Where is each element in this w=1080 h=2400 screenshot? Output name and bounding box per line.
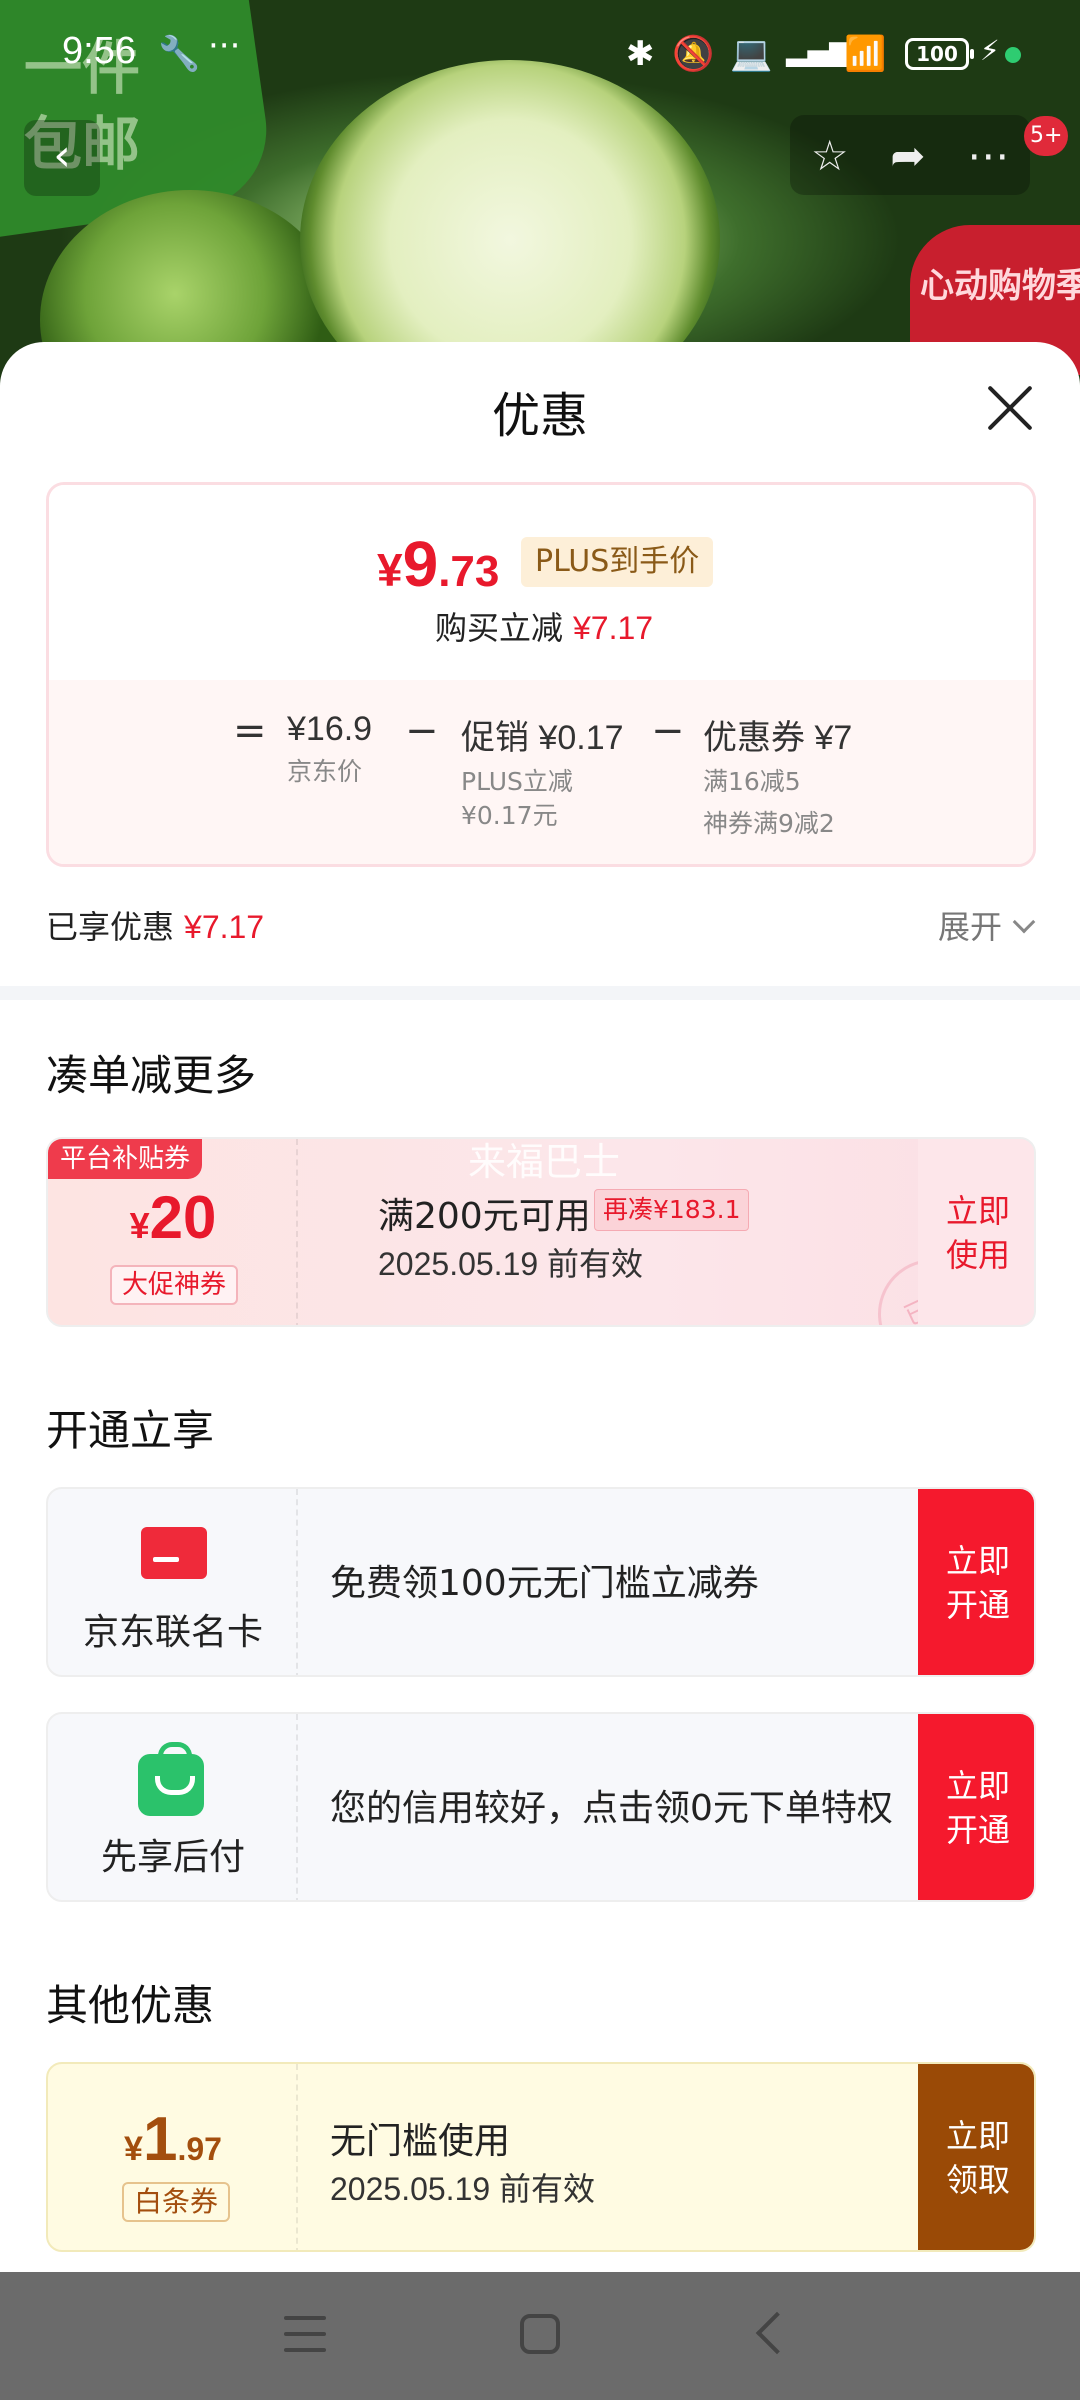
- coupon-remaining: 再凑¥183.1: [594, 1189, 750, 1231]
- price-breakdown: = ¥16.9 京东价 − 促销 ¥0.17 PLUS立减 ¥0.17元 − 优…: [49, 680, 1033, 864]
- share-icon[interactable]: ➦: [890, 131, 925, 180]
- wrench-icon: 🔧: [158, 34, 201, 74]
- offer-info: 免费领100元无门槛立减券: [298, 1489, 918, 1675]
- minus-sign: −: [651, 708, 685, 754]
- section-title-other: 其他优惠: [46, 1981, 215, 2030]
- more-icon[interactable]: ⋯: [967, 131, 1009, 180]
- baitiao-coupon: ¥1.97 白条券 无门槛使用 2025.05.19 前有效 立即 领取: [46, 2062, 1036, 2252]
- section-title-open: 开通立享: [46, 1406, 215, 1455]
- claim-now-button[interactable]: 立即 领取: [918, 2064, 1034, 2250]
- section-title-more: 凑单减更多: [46, 1051, 257, 1100]
- pay-later-offer: 先享后付 您的信用较好，点击领0元下单特权 立即 开通: [46, 1712, 1036, 1902]
- open-now-button[interactable]: 立即 开通: [918, 1489, 1034, 1675]
- battery-icon: 100: [905, 38, 974, 70]
- discount-sheet: 优惠 ¥9.73 PLUS到手价 购买立减 ¥7.17 = ¥16.9 京东价 −…: [0, 342, 1080, 2272]
- open-now-button[interactable]: 立即 开通: [918, 1714, 1034, 1900]
- back-icon[interactable]: [755, 2311, 799, 2355]
- offer-left: 先享后付: [48, 1714, 298, 1900]
- back-button[interactable]: ‹: [24, 120, 100, 196]
- bluetooth-icon: ✱: [626, 34, 655, 74]
- platform-coupon: 平台补贴券 ¥20 大促神券 来福巴士 满200元可用 再凑¥183.1 202…: [46, 1137, 1036, 1327]
- coupon-value: ¥20: [129, 1184, 217, 1251]
- coupon-condition: 满200元可用: [378, 1196, 591, 1237]
- coupon-type: 白条券: [122, 2182, 231, 2222]
- offer-label: 京东联名卡: [82, 1612, 263, 1653]
- offer-left: 京东联名卡: [48, 1489, 298, 1675]
- price-card: ¥9.73 PLUS到手价 购买立减 ¥7.17 = ¥16.9 京东价 − 促销…: [46, 482, 1036, 867]
- coupon-value-area: ¥1.97 白条券: [48, 2064, 298, 2250]
- offer-desc: 免费领100元无门槛立减券: [330, 1563, 759, 1604]
- section-divider: [0, 986, 1080, 1000]
- coupon-info: 来福巴士 满200元可用 再凑¥183.1 2025.05.19 前有效 已领: [298, 1139, 1007, 1325]
- coupon-value-area: 平台补贴券 ¥20 大促神券: [48, 1139, 298, 1325]
- enjoyed-discount: 已享优惠 ¥7.17: [46, 908, 265, 946]
- active-dot-icon: [1005, 47, 1021, 63]
- jd-price: ¥16.9 京东价: [287, 710, 373, 786]
- jd-card-offer: 京东联名卡 免费领100元无门槛立减券 立即 开通: [46, 1487, 1036, 1677]
- equals-sign: =: [233, 708, 267, 754]
- menu-icon[interactable]: [284, 2316, 326, 2352]
- watermark-text: 来福巴士: [468, 1140, 621, 1184]
- coupon-tag: 平台补贴券: [48, 1139, 203, 1179]
- wifi-icon: 📶: [844, 34, 887, 74]
- more-dots-icon: ···: [208, 26, 241, 66]
- coupon-value: ¥1.97: [124, 2105, 222, 2174]
- coupon-info: 无门槛使用 2025.05.19 前有效: [298, 2064, 918, 2250]
- plus-price-tag: PLUS到手价: [521, 537, 714, 587]
- shopping-bag-icon: [138, 1742, 204, 1816]
- chevron-down-icon[interactable]: [1012, 910, 1036, 934]
- offer-label: 先享后付: [100, 1837, 245, 1878]
- status-time: 9:56: [62, 30, 136, 72]
- purchase-reduction: 购买立减 ¥7.17: [434, 609, 654, 647]
- system-nav-bar: [0, 2272, 1080, 2400]
- use-now-button[interactable]: 立即 使用: [918, 1139, 1034, 1325]
- promo-discount: 促销 ¥0.17 PLUS立减 ¥0.17元: [461, 719, 624, 830]
- final-price: ¥9.73: [377, 528, 500, 600]
- offer-info: 您的信用较好，点击领0元下单特权: [298, 1714, 918, 1900]
- coupon-discount: 优惠券 ¥7 满16减5 神券满9减2: [703, 719, 853, 838]
- offer-desc: 您的信用较好，点击领0元下单特权: [330, 1788, 893, 1829]
- coupon-validity: 2025.05.19 前有效: [378, 1246, 644, 1282]
- signal-icon: ▂▄▆: [786, 34, 851, 67]
- credit-card-icon: [141, 1527, 207, 1579]
- status-bar: 9:56 🔧 ··· ✱ 🔕 💻 ▂▄▆ 📶 100 ⚡: [0, 0, 1080, 110]
- coupon-validity: 2025.05.19 前有效: [330, 2171, 596, 2207]
- cart-count-badge: 5+: [1024, 116, 1069, 156]
- top-actions: ☆ ➦ ⋯: [790, 115, 1030, 195]
- coupon-type: 大促神券: [110, 1265, 239, 1305]
- expand-button[interactable]: 展开: [938, 902, 1002, 948]
- minus-sign: −: [405, 708, 439, 754]
- coupon-condition: 无门槛使用: [330, 2121, 511, 2162]
- charging-icon: ⚡: [980, 34, 1000, 67]
- mute-icon: 🔕: [672, 34, 715, 74]
- favorite-star-icon[interactable]: ☆: [811, 131, 849, 180]
- close-icon[interactable]: [980, 378, 1040, 438]
- sheet-title: 优惠: [491, 388, 588, 444]
- home-icon[interactable]: [520, 2314, 560, 2354]
- laptop-icon: 💻: [730, 34, 773, 74]
